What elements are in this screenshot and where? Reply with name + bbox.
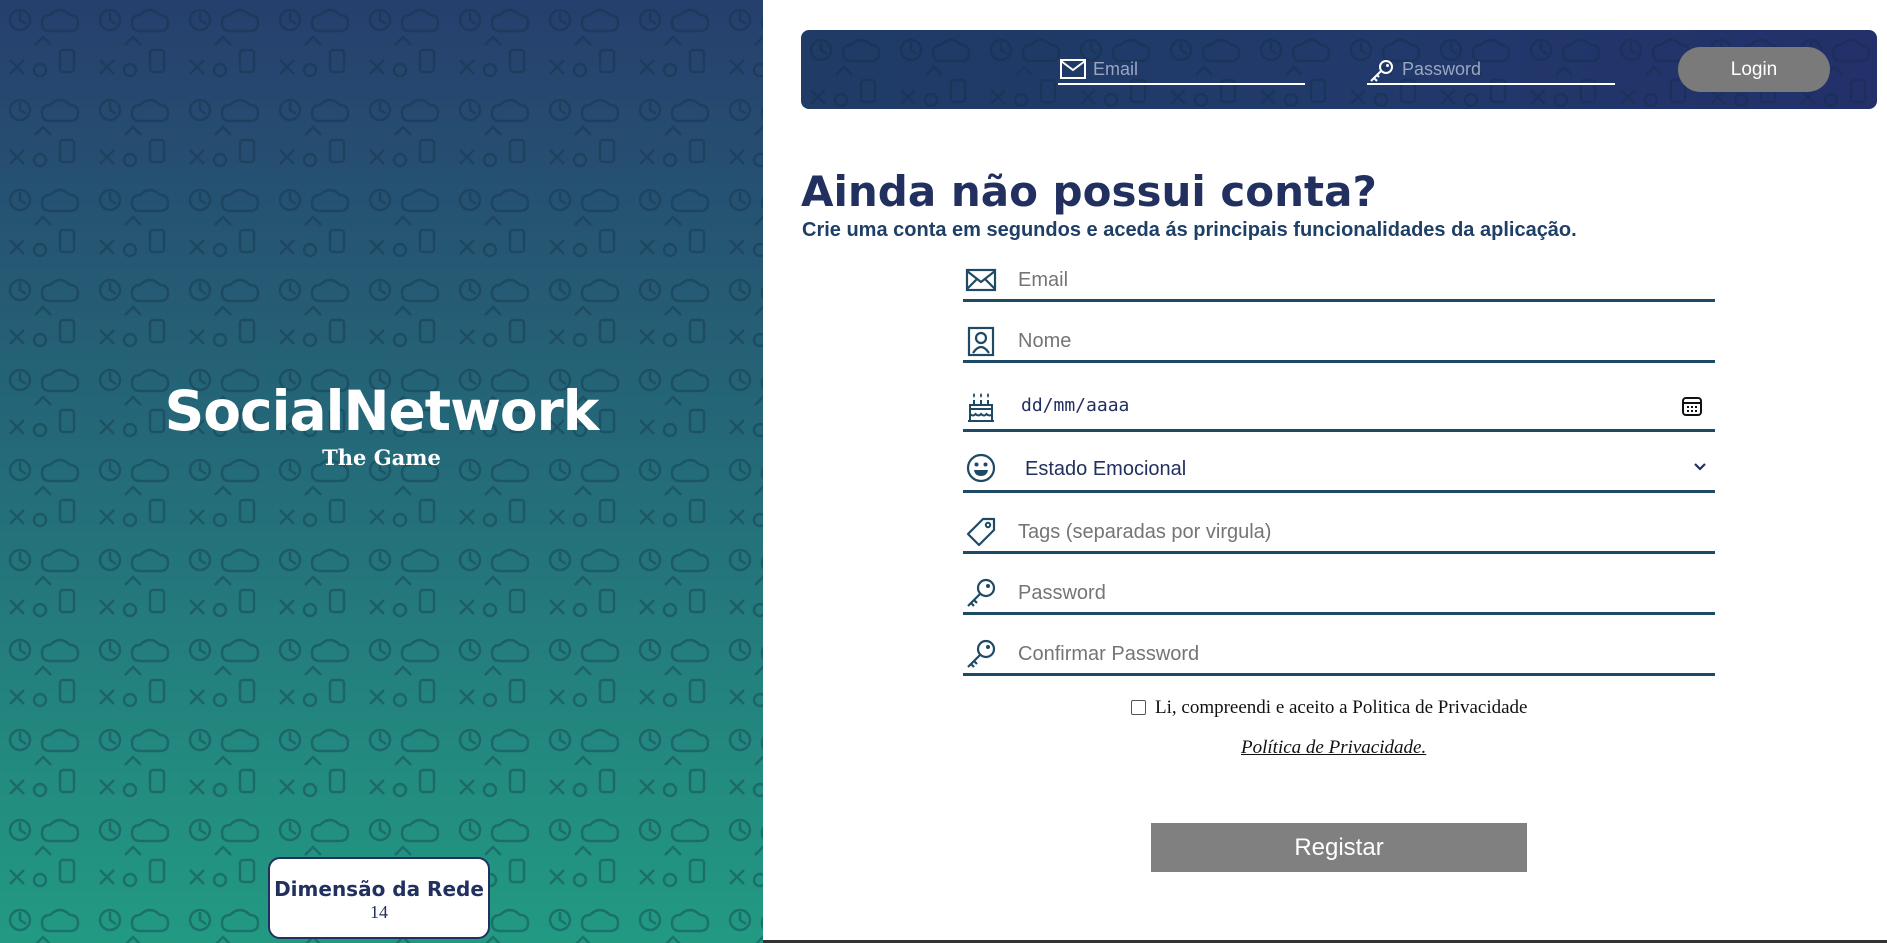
mail-icon xyxy=(965,268,997,292)
register-confirm-password-input[interactable] xyxy=(1018,636,1678,672)
network-size-label: Dimensão da Rede xyxy=(274,877,484,901)
privacy-policy-link[interactable]: Política de Privacidade. xyxy=(1241,737,1426,759)
register-password-input[interactable] xyxy=(1018,575,1678,611)
key-icon xyxy=(1370,60,1393,82)
network-size-value: 14 xyxy=(370,902,388,922)
brand-subtitle: The Game xyxy=(322,445,441,470)
emotional-state-select[interactable]: Estado Emocional xyxy=(963,448,1715,493)
emotional-state-value: Estado Emocional xyxy=(1025,458,1187,480)
key-icon xyxy=(967,639,996,668)
page-title: Ainda não possui conta? xyxy=(801,167,1377,216)
register-email-input[interactable] xyxy=(1018,262,1678,298)
tag-icon xyxy=(966,517,996,547)
mail-icon xyxy=(1060,59,1086,79)
brand-title: SocialNetwork xyxy=(164,379,600,443)
privacy-checkbox[interactable] xyxy=(1131,700,1146,715)
register-confirm-password-field xyxy=(963,634,1715,676)
register-button[interactable]: Registar xyxy=(1151,823,1527,872)
privacy-consent-label: Li, compreendi e aceito a Politica de Pr… xyxy=(1155,697,1528,718)
key-icon xyxy=(967,578,996,607)
smiley-icon xyxy=(966,453,996,483)
cake-icon xyxy=(968,393,994,422)
register-tags-field xyxy=(963,512,1715,554)
calendar-icon[interactable] xyxy=(1681,395,1703,417)
chevron-down-icon xyxy=(1694,463,1706,471)
page-subtitle: Crie uma conta em segundos e aceda ás pr… xyxy=(802,219,1577,241)
brand: SocialNetwork The Game xyxy=(0,378,763,472)
login-button[interactable]: Login xyxy=(1678,47,1830,92)
login-password-input[interactable] xyxy=(1402,55,1602,83)
register-password-field xyxy=(963,573,1715,615)
login-password-field xyxy=(1367,55,1615,85)
brand-panel: SocialNetwork The Game Dimensão da Rede … xyxy=(0,0,763,943)
register-email-field xyxy=(963,260,1715,302)
register-birthdate-field[interactable]: dd/mm/aaaa xyxy=(963,387,1715,432)
login-bar: Login xyxy=(801,30,1877,109)
user-card-icon xyxy=(967,326,995,357)
login-email-field xyxy=(1058,55,1305,85)
register-name-field xyxy=(963,321,1715,363)
network-size-card: Dimensão da Rede 14 xyxy=(268,857,490,939)
register-name-input[interactable] xyxy=(1018,323,1678,359)
login-email-input[interactable] xyxy=(1093,55,1293,83)
register-tags-input[interactable] xyxy=(1018,514,1678,550)
birthdate-input[interactable]: dd/mm/aaaa xyxy=(1021,395,1129,416)
